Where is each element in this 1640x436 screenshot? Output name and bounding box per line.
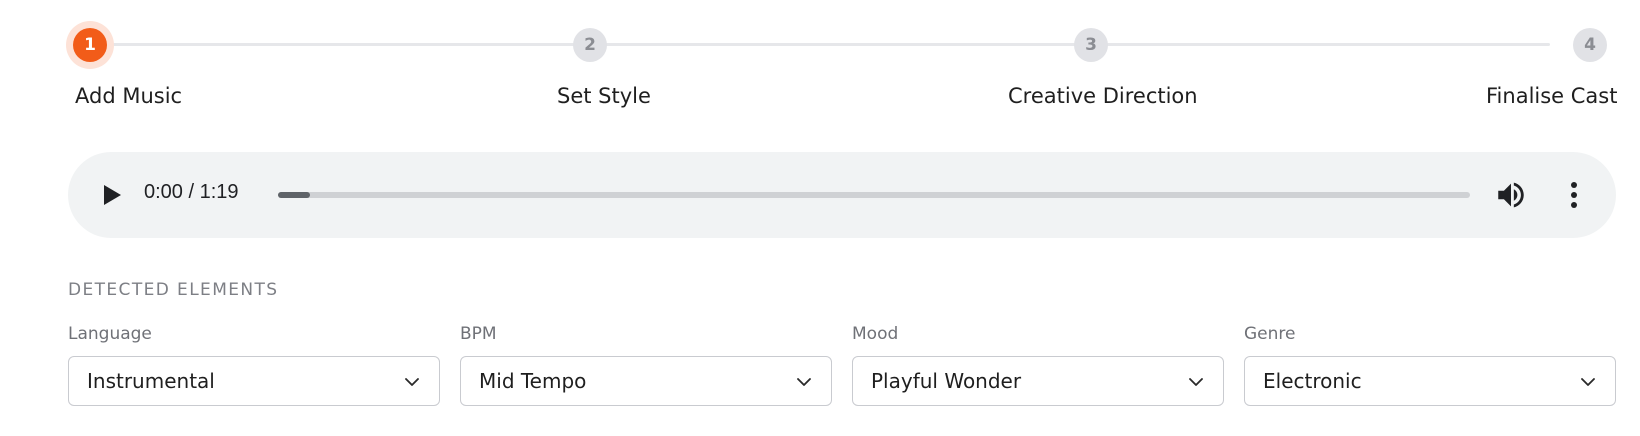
progress-stepper: 1 Add Music 2 Set Style 3 Creative Direc… <box>0 0 1640 120</box>
step-label: Finalise Cast <box>1486 84 1618 108</box>
more-vertical-icon[interactable] <box>1562 178 1586 212</box>
seek-bar[interactable] <box>278 192 1470 198</box>
genre-field: Genre Electronic <box>1244 324 1616 406</box>
select-value: Electronic <box>1263 369 1362 393</box>
step-number-badge: 4 <box>1573 28 1607 62</box>
select-value: Instrumental <box>87 369 215 393</box>
genre-select[interactable]: Electronic <box>1244 356 1616 406</box>
step-label: Add Music <box>75 84 183 108</box>
dot <box>1571 182 1577 188</box>
section-title: DETECTED ELEMENTS <box>68 280 279 300</box>
step-label: Creative Direction <box>1008 84 1198 108</box>
step-number-badge: 2 <box>573 28 607 62</box>
step-number-badge: 3 <box>1074 28 1108 62</box>
play-icon[interactable] <box>98 181 126 209</box>
field-label: Genre <box>1244 324 1296 344</box>
mood-field: Mood Playful Wonder <box>852 324 1224 406</box>
bpm-field: BPM Mid Tempo <box>460 324 832 406</box>
chevron-down-icon <box>405 378 419 386</box>
dot <box>1571 192 1577 198</box>
mood-select[interactable]: Playful Wonder <box>852 356 1224 406</box>
chevron-down-icon <box>1189 378 1203 386</box>
chevron-down-icon <box>797 378 811 386</box>
field-label: BPM <box>460 324 497 344</box>
select-value: Playful Wonder <box>871 369 1022 393</box>
stepper-track <box>90 43 1550 46</box>
language-field: Language Instrumental <box>68 324 440 406</box>
select-value: Mid Tempo <box>479 369 587 393</box>
chevron-down-icon <box>1581 378 1595 386</box>
field-label: Language <box>68 324 152 344</box>
time-display: 0:00 / 1:19 <box>144 181 239 203</box>
seek-progress <box>278 192 310 198</box>
bpm-select[interactable]: Mid Tempo <box>460 356 832 406</box>
language-select[interactable]: Instrumental <box>68 356 440 406</box>
volume-icon[interactable] <box>1494 178 1528 212</box>
dot <box>1571 202 1577 208</box>
audio-player: 0:00 / 1:19 <box>68 152 1616 238</box>
step-label: Set Style <box>557 84 651 108</box>
field-label: Mood <box>852 324 899 344</box>
step-number-badge: 1 <box>73 28 107 62</box>
